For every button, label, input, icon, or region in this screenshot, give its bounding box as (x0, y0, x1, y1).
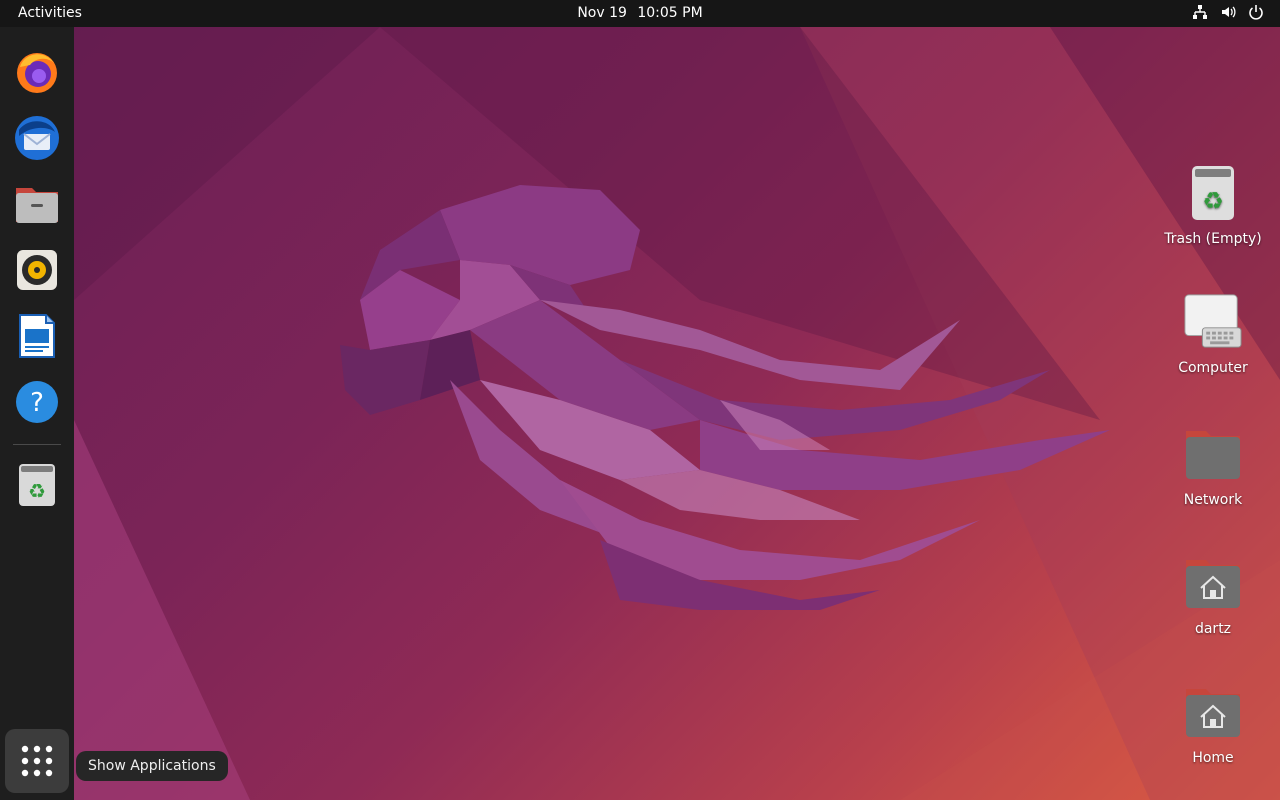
system-tray[interactable] (1192, 4, 1264, 20)
libreoffice-writer-launcher[interactable] (12, 311, 62, 361)
desktop-icon-trash[interactable]: ♻ Trash (Empty) (1158, 163, 1268, 247)
desktop-icon-home[interactable]: Home (1158, 682, 1268, 766)
help-icon: ? (16, 381, 58, 423)
home-folder-icon (1183, 553, 1243, 613)
firefox-launcher[interactable] (12, 47, 62, 97)
desktop-icon-label: Home (1192, 750, 1234, 766)
trash-icon: ♻ (1183, 163, 1243, 223)
desktop-wallpaper (0, 0, 1280, 800)
network-folder-icon (1183, 424, 1243, 484)
show-applications-button[interactable] (5, 729, 69, 793)
wallpaper-graphic (74, 27, 1280, 800)
clock[interactable]: Nov 19 10:05 PM (0, 5, 1280, 21)
svg-text:♻: ♻ (28, 479, 46, 503)
desktop-icon-label: Network (1183, 492, 1243, 508)
app-grid-icon (21, 745, 53, 777)
thunderbird-icon (15, 116, 59, 160)
top-bar: Activities Nov 19 10:05 PM (0, 0, 1280, 27)
files-launcher[interactable] (12, 179, 62, 229)
thunderbird-launcher[interactable] (12, 113, 62, 163)
trash-icon: ♻ (19, 464, 55, 506)
svg-text:?: ? (30, 388, 44, 418)
dock-separator (13, 444, 61, 445)
firefox-icon (17, 53, 57, 93)
clock-date: Nov 19 (577, 5, 627, 21)
power-icon[interactable] (1248, 4, 1264, 20)
desktop-icon-label: Trash (Empty) (1164, 231, 1262, 247)
computer-icon (1183, 292, 1243, 352)
desktop-icon-network[interactable]: Network (1158, 424, 1268, 508)
desktop-icon-dartz[interactable]: dartz (1158, 553, 1268, 637)
rhythmbox-icon (17, 250, 57, 290)
desktop-icon-label: Computer (1178, 360, 1248, 376)
writer-icon (19, 314, 55, 358)
home-folder-icon (1183, 682, 1243, 742)
dock: ? ♻ (0, 27, 74, 800)
rhythmbox-launcher[interactable] (12, 245, 62, 295)
trash-launcher[interactable]: ♻ (12, 460, 62, 510)
volume-icon[interactable] (1220, 4, 1236, 20)
clock-time: 10:05 PM (637, 5, 703, 21)
desktop-icon-label: dartz (1194, 621, 1232, 637)
desktop-icon-computer[interactable]: Computer (1158, 292, 1268, 376)
help-launcher[interactable]: ? (12, 377, 62, 427)
files-icon (16, 188, 58, 223)
show-applications-tooltip: Show Applications (76, 751, 228, 781)
network-icon[interactable] (1192, 4, 1208, 20)
svg-text:♻: ♻ (1202, 187, 1224, 215)
